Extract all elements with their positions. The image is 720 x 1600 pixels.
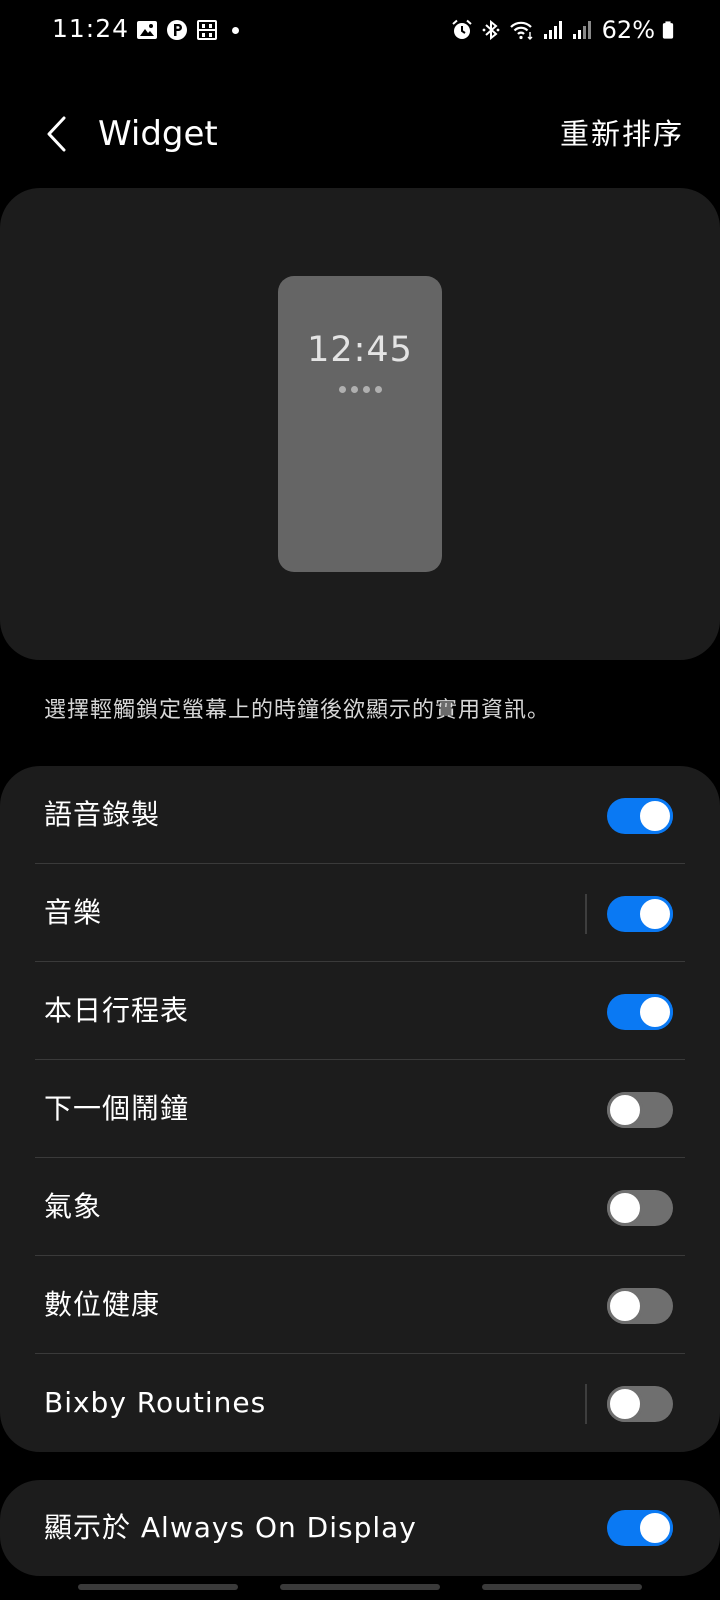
widget-row-next-alarm[interactable]: 下一個鬧鐘: [0, 1060, 720, 1158]
toggle-knob: [607, 1092, 643, 1128]
widget-row-music[interactable]: 音樂: [0, 864, 720, 962]
lock-screen-preview: 12:45: [278, 276, 442, 572]
widget-row-voice-recorder[interactable]: 語音錄製: [0, 766, 720, 864]
app-header: Widget 重新排序: [0, 100, 720, 170]
vertical-separator: [585, 894, 587, 934]
nav-home-handle[interactable]: [280, 1584, 440, 1590]
widget-label: 本日行程表: [44, 994, 190, 1027]
widget-list-card: 語音錄製 音樂 本日行程表 下一個鬧鐘 氣象 數位健康 Bixby Routin…: [0, 766, 720, 1452]
widget-row-digital-wellbeing[interactable]: 數位健康: [0, 1256, 720, 1354]
toggle-switch[interactable]: [607, 798, 673, 834]
widget-row-today-schedule[interactable]: 本日行程表: [0, 962, 720, 1060]
widget-description: 選擇輕觸鎖定螢幕上的時鐘後欲顯示的實用資訊。: [44, 698, 551, 723]
more-notifications-dot: [232, 26, 239, 34]
status-system-icons: 62%: [451, 16, 674, 44]
toggle-switch[interactable]: [607, 1288, 673, 1324]
aod-toggle-switch[interactable]: [607, 1510, 673, 1546]
widget-label: 音樂: [44, 896, 103, 929]
status-time: 11:24: [52, 14, 130, 43]
chevron-left-icon: [47, 116, 66, 152]
page-dot: [350, 386, 358, 393]
toggle-knob: [607, 1386, 643, 1422]
toggle-switch[interactable]: [607, 1190, 673, 1226]
alarm-icon: [451, 19, 472, 39]
page-dot: [374, 386, 382, 393]
status-notification-icons: [136, 19, 239, 41]
toggle-switch[interactable]: [607, 1092, 673, 1128]
widget-row-weather[interactable]: 氣象: [0, 1158, 720, 1256]
widget-row-bixby-routines[interactable]: Bixby Routines: [0, 1354, 720, 1452]
signal-icon: [543, 21, 562, 39]
image-icon: [137, 21, 157, 39]
toggle-knob: [637, 994, 673, 1030]
reorder-button[interactable]: 重新排序: [560, 110, 684, 158]
nav-recent-handle[interactable]: [78, 1584, 238, 1590]
toggle-switch[interactable]: [607, 896, 673, 932]
aod-row[interactable]: 顯示於 Always On Display: [0, 1480, 720, 1576]
wifi-icon: [509, 21, 533, 40]
battery-icon: [662, 21, 674, 39]
widget-label: Bixby Routines: [44, 1386, 267, 1419]
toggle-knob: [637, 896, 673, 932]
parking-p-icon: [167, 20, 187, 40]
aod-label: 顯示於 Always On Display: [44, 1511, 417, 1544]
signal-icon-2: [572, 21, 591, 39]
widget-preview-card: 12:45: [0, 188, 720, 660]
toggle-switch[interactable]: [607, 1386, 673, 1422]
widget-label: 數位健康: [44, 1288, 161, 1321]
toggle-knob: [607, 1190, 643, 1226]
toggle-switch[interactable]: [607, 994, 673, 1030]
battery-percent: 62%: [601, 16, 655, 44]
toggle-knob: [637, 1510, 673, 1546]
vertical-separator: [585, 1384, 587, 1424]
preview-clock: 12:45: [307, 330, 413, 370]
page-dot: [362, 386, 370, 393]
widget-label: 語音錄製: [44, 798, 161, 831]
aod-card: 顯示於 Always On Display: [0, 1480, 720, 1576]
momo-app-icon: [197, 20, 217, 40]
status-bar: 11:24 62%: [0, 0, 720, 64]
toggle-knob: [607, 1288, 643, 1324]
widget-label: 氣象: [44, 1190, 103, 1223]
preview-page-dots: [278, 386, 442, 393]
navigation-bar: [0, 1584, 720, 1592]
back-button[interactable]: [36, 110, 76, 158]
toggle-knob: [637, 798, 673, 834]
widget-label: 下一個鬧鐘: [44, 1092, 190, 1125]
bluetooth-icon: [482, 19, 500, 41]
page-title: Widget: [98, 114, 218, 154]
nav-back-handle[interactable]: [482, 1584, 642, 1590]
page-dot: [338, 386, 346, 393]
